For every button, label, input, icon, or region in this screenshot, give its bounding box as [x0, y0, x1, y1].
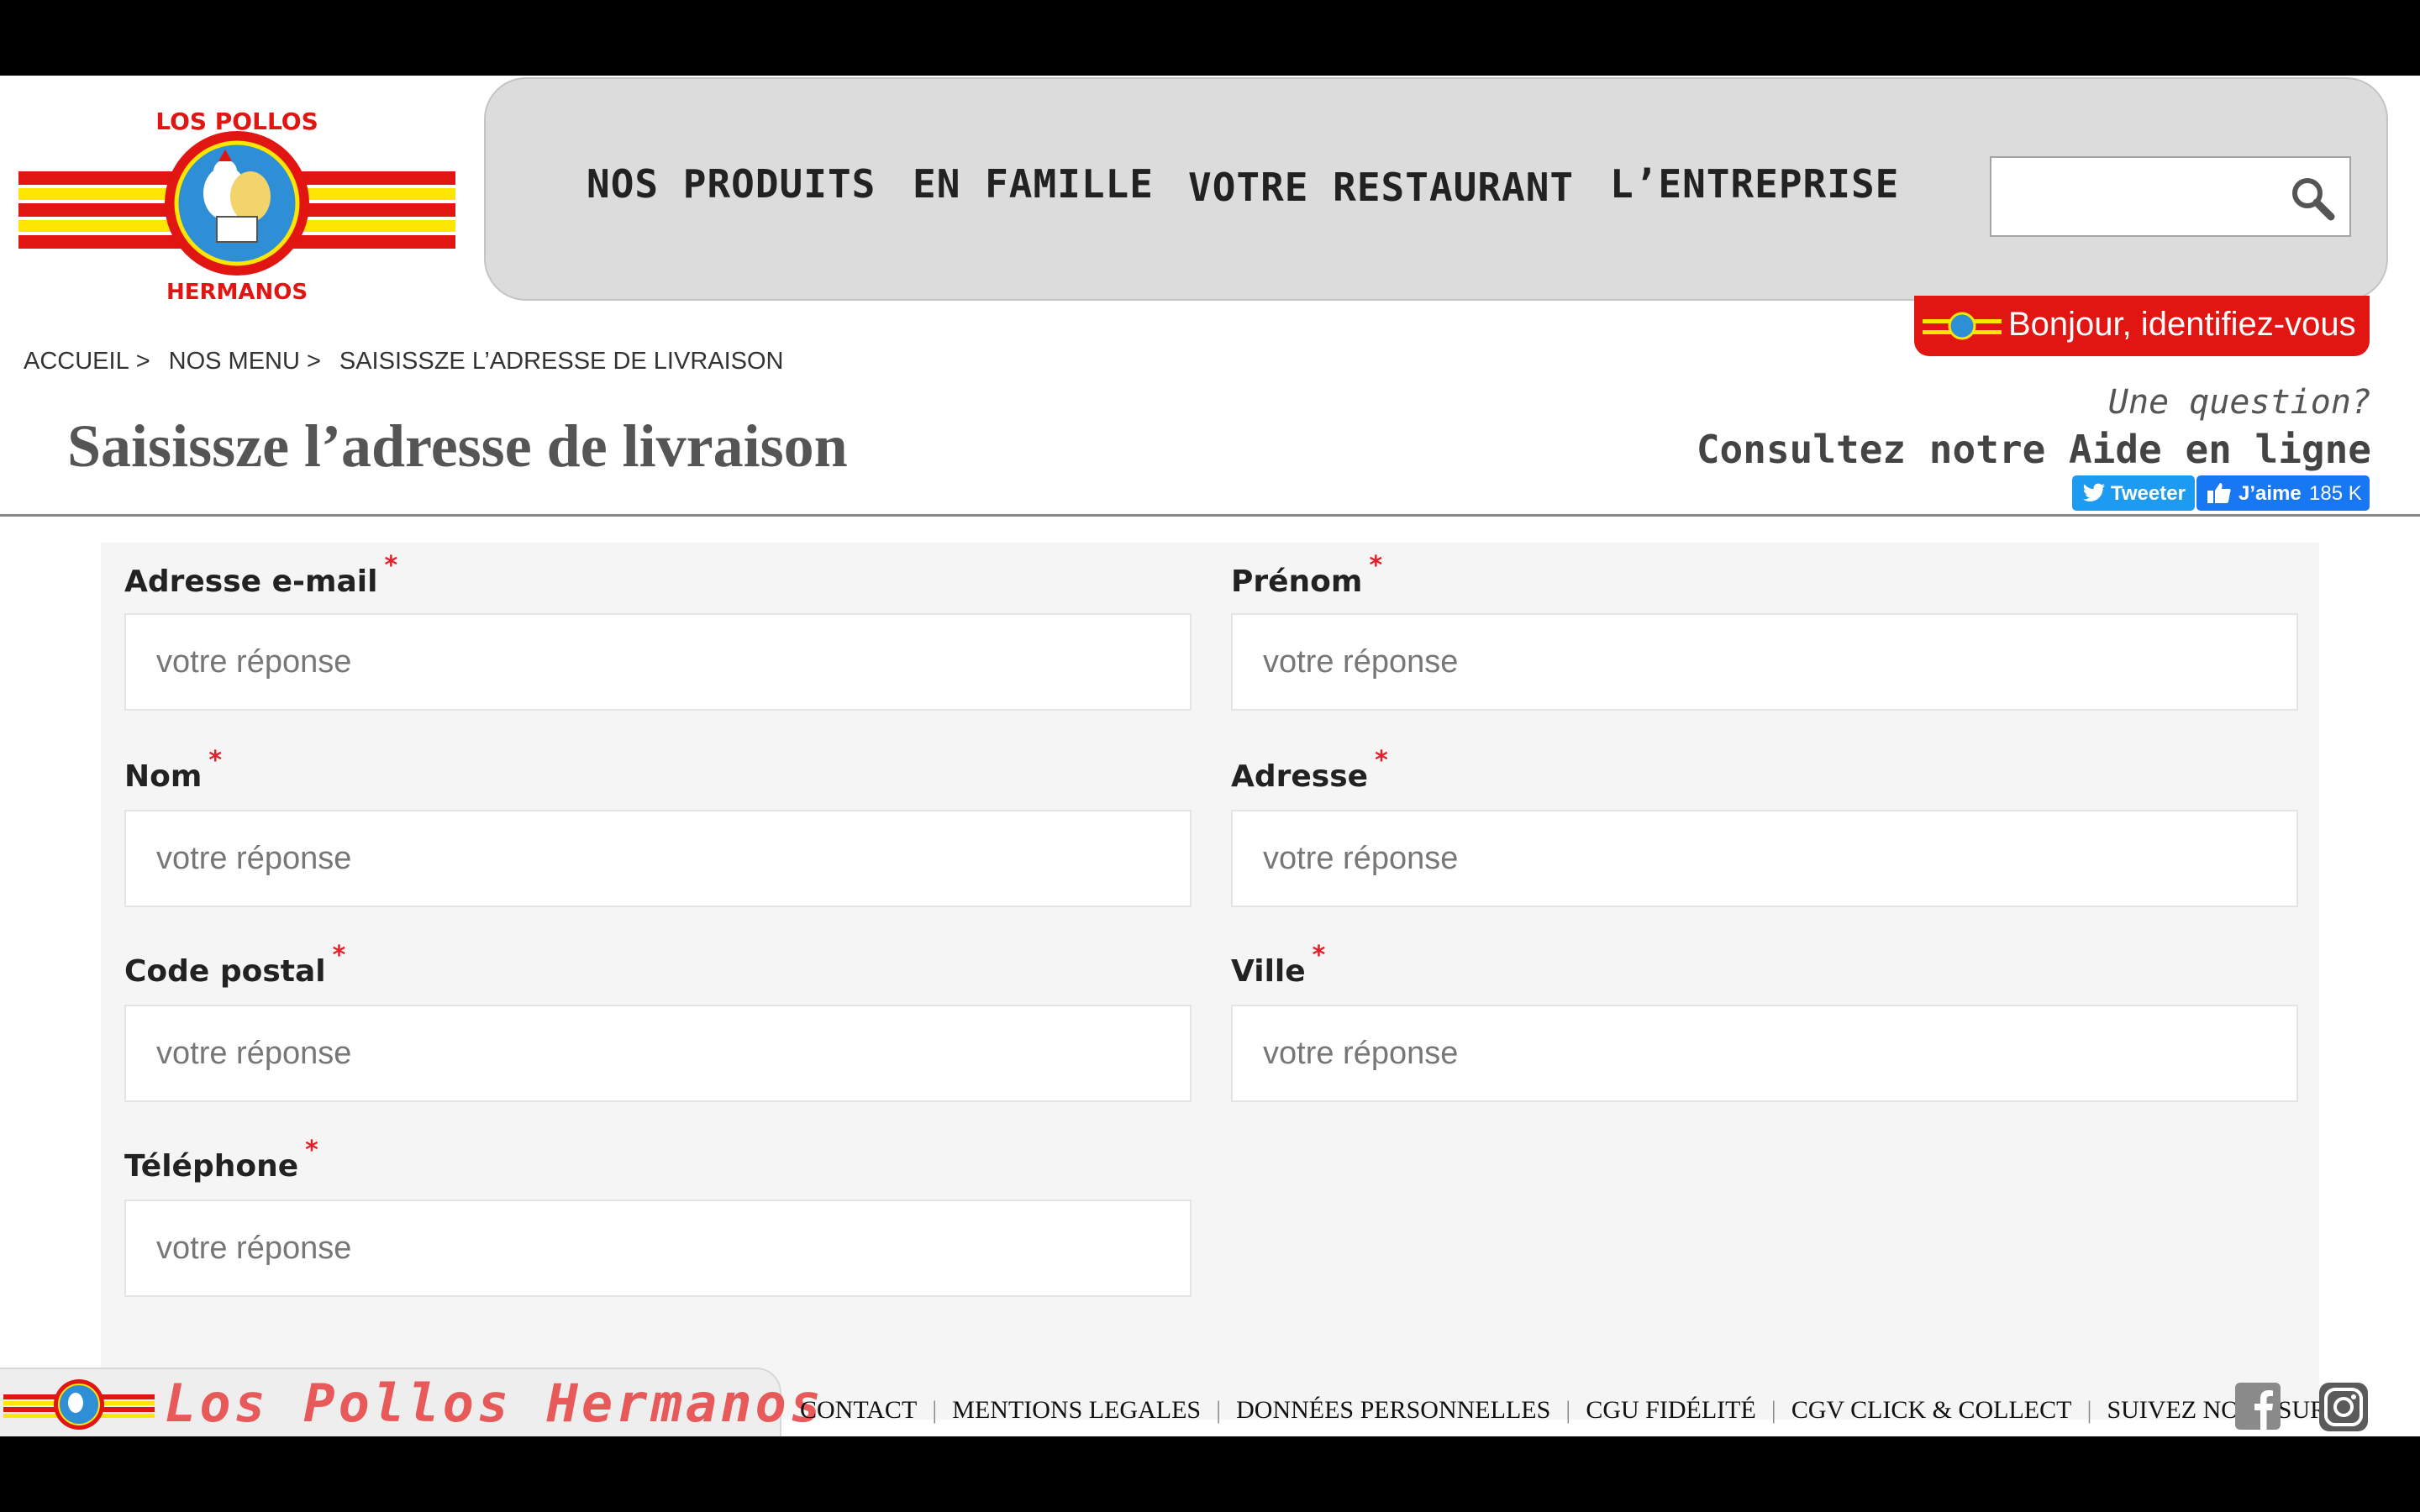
prenom-field-container: [1231, 613, 2298, 711]
email-label: Adresse e-mail *: [124, 551, 398, 599]
search-icon[interactable]: [2287, 173, 2338, 223]
required-marker: *: [1375, 746, 1388, 775]
login-button[interactable]: Bonjour, identifiez-vous: [1914, 296, 2370, 356]
breadcrumb-item-current: SAISISSZE L’ADRESSE DE LIVRAISON: [339, 348, 784, 375]
breadcrumb-separator: >: [135, 348, 150, 375]
breadcrumb: ACCUEIL > NOS MENU > SAISISSZE L’ADRESSE DE …: [24, 348, 791, 375]
footer-separator: |: [1770, 1396, 1776, 1424]
telephone-field-container: [124, 1200, 1192, 1297]
footer-links: CONTACT | MENTIONS LEGALES | DONNÉES PERSONN…: [800, 1396, 2327, 1425]
facebook-icon[interactable]: [2235, 1383, 2281, 1430]
prenom-field[interactable]: [1233, 615, 2296, 709]
nav-item-l-entreprise[interactable]: L’ENTREPRISE: [1610, 161, 1899, 207]
breadcrumb-separator: >: [306, 348, 321, 375]
email-field[interactable]: [126, 615, 1190, 709]
ville-field[interactable]: [1233, 1006, 2296, 1100]
ville-field-container: [1231, 1005, 2298, 1102]
footer-separator: |: [1565, 1396, 1571, 1424]
footer-link-cgv-click-collect[interactable]: CGV CLICK & COLLECT: [1791, 1396, 2072, 1424]
telephone-field[interactable]: [126, 1201, 1190, 1295]
required-marker: *: [1369, 551, 1383, 580]
nav-item-nos-produits[interactable]: NOS PRODUITS: [587, 161, 876, 207]
required-marker: *: [1312, 941, 1326, 970]
header-divider: [0, 514, 2420, 517]
search-input[interactable]: [2000, 165, 2281, 230]
footer-logo[interactable]: [3, 1371, 155, 1436]
breadcrumb-item-accueil[interactable]: ACCUEIL: [24, 348, 129, 375]
like-label: J’aime: [2238, 482, 2302, 505]
nav-item-votre-restaurant[interactable]: VOTRE RESTAURANT: [1188, 165, 1574, 210]
footer-brand-name: Los Pollos Hermanos: [165, 1373, 825, 1434]
like-count: 185 K: [2309, 482, 2362, 505]
los-pollos-hermanos-logo[interactable]: LOS POLLOS HERMANOS: [18, 99, 455, 309]
footer-brand: Los Pollos Hermanos: [0, 1368, 821, 1436]
code-postal-field[interactable]: [126, 1006, 1190, 1100]
prenom-label: Prénom *: [1231, 551, 1383, 599]
code-postal-label: Code postal *: [124, 941, 346, 989]
footer-separator: |: [2086, 1396, 2092, 1424]
page-title: Saisissze l’adresse de livraison: [67, 412, 848, 480]
footer-link-cgu-fidelite[interactable]: CGU FIDÉLITÉ: [1586, 1396, 1755, 1424]
page: LOS POLLOS HERMANOS NOS PRODUITS EN FAMI…: [0, 76, 2420, 1436]
email-field-container: [124, 613, 1192, 711]
nom-label: Nom *: [124, 746, 223, 794]
footer-link-donnees-personnelles[interactable]: DONNÉES PERSONNELLES: [1236, 1396, 1550, 1424]
required-marker: *: [332, 941, 346, 970]
footer-follow-us: SUIVEZ NOUS SUR: [2107, 1396, 2328, 1424]
required-marker: *: [384, 551, 398, 580]
required-marker: *: [305, 1136, 318, 1165]
nom-field[interactable]: [126, 811, 1190, 906]
instagram-icon[interactable]: [2319, 1383, 2368, 1431]
adresse-field[interactable]: [1233, 811, 2296, 906]
twitter-bird-icon: [2083, 483, 2105, 501]
required-marker: *: [208, 746, 223, 775]
mini-logo-icon: [1923, 312, 2002, 340]
facebook-like-button[interactable]: J’aime 185 K: [2196, 475, 2370, 511]
delivery-address-form: Adresse e-mail* Prénom* Nom* Adresse* Co…: [101, 543, 2319, 1420]
nav-item-en-famille[interactable]: EN FAMILLE: [913, 161, 1154, 207]
footer-link-mentions-legales[interactable]: MENTIONS LEGALES: [952, 1396, 1201, 1424]
nom-field-container: [124, 810, 1192, 907]
help-question: Une question?: [2107, 383, 2371, 422]
logo-text-bottom: HERMANOS: [166, 280, 308, 305]
help-link[interactable]: Consultez notre Aide en ligne: [1697, 427, 2371, 472]
tweet-label: Tweeter: [2111, 482, 2186, 505]
telephone-label: Téléphone *: [124, 1136, 318, 1184]
ville-label: Ville *: [1231, 941, 1326, 989]
code-postal-field-container: [124, 1005, 1192, 1102]
logo-text-top: LOS POLLOS: [155, 108, 318, 135]
breadcrumb-item-nos-menu[interactable]: NOS MENU: [169, 348, 300, 375]
tweet-button[interactable]: Tweeter: [2072, 475, 2195, 511]
search-box: [1990, 156, 2351, 237]
thumbs-up-icon: [2207, 483, 2231, 503]
footer-link-contact[interactable]: CONTACT: [800, 1396, 917, 1424]
footer-separator: |: [932, 1396, 938, 1424]
login-label: Bonjour, identifiez-vous: [2008, 306, 2356, 343]
adresse-field-container: [1231, 810, 2298, 907]
footer-separator: |: [1216, 1396, 1222, 1424]
adresse-label: Adresse *: [1231, 746, 1388, 794]
